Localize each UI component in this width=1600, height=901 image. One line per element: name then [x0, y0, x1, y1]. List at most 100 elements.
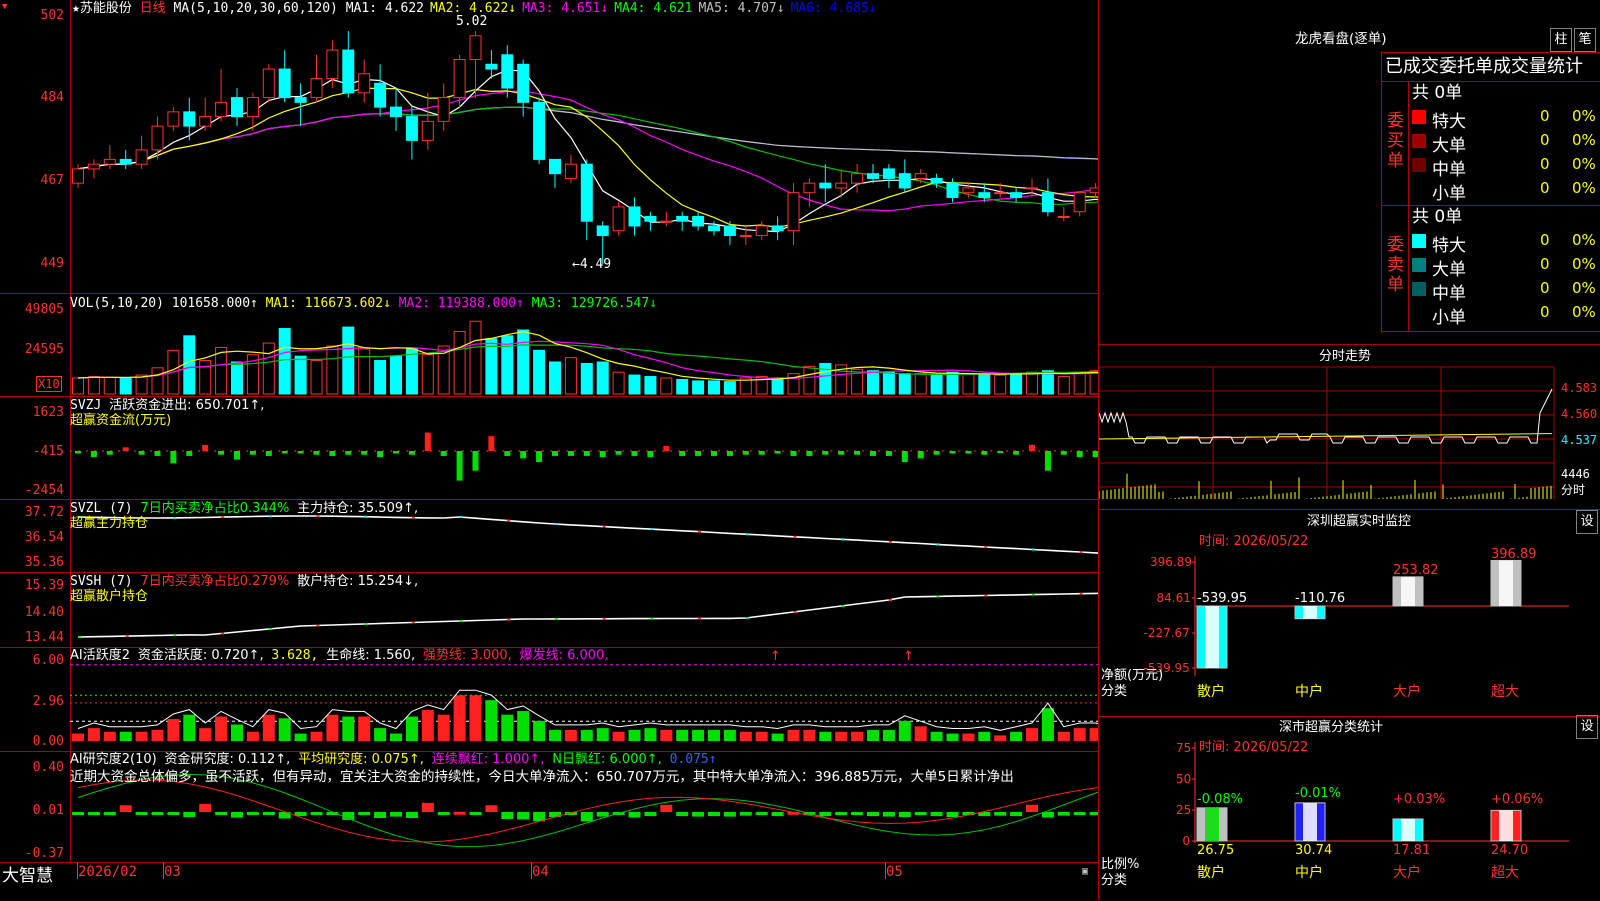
- sz2-xlabel: 分类: [1101, 873, 1128, 888]
- activity-bar: [660, 729, 673, 741]
- color-swatch: [1412, 110, 1426, 124]
- volume-bar: [151, 367, 164, 395]
- flow-bar: [297, 451, 304, 454]
- lhb-cell: 0: [1540, 107, 1550, 125]
- holding-tick: [364, 623, 368, 625]
- flow-bar: [345, 451, 352, 455]
- axis-tick: 50: [1176, 772, 1191, 786]
- vol-ma1: MA1: 116673.602↓: [265, 296, 391, 311]
- kline-pane[interactable]: 502 484 467 449 ▼ ★苏能股份 日线 MA(5,10,20,30…: [0, 0, 1098, 294]
- flow-bar: [822, 451, 829, 455]
- ai-activity-pane[interactable]: 6.00 2.96 0.00 ↑ ↑ AI活跃度2 资金活跃度: 0.720↑, …: [0, 648, 1098, 752]
- lhb-cell: 0%: [1572, 303, 1596, 321]
- color-swatch: [1412, 134, 1426, 148]
- volume-bar: [771, 377, 784, 395]
- volume-bar: [930, 374, 943, 395]
- holding-tick: [268, 628, 272, 630]
- flow-bar: [265, 451, 272, 456]
- ai2-research: 资金研究度: 0.112↑,: [164, 752, 291, 767]
- flow-bar: [329, 451, 336, 456]
- activity-bar: [453, 695, 466, 741]
- flow-bar: [933, 451, 940, 455]
- volume-bar: [994, 374, 1007, 395]
- holding-tick: [936, 543, 940, 546]
- period-label[interactable]: 日线: [140, 1, 166, 16]
- svzj-pane[interactable]: 1623 -415 -2454 SVZJ 活跃资金进出: 650.701↑, 超…: [0, 397, 1098, 500]
- lock-icon[interactable]: ▣: [1082, 866, 1088, 877]
- candle: [246, 97, 259, 118]
- svsh-header: SVSH (7) 7日内买卖净占比0.279% 散户持仓: 15.254↓, 超…: [70, 574, 418, 604]
- ai-research-pane[interactable]: 0.40 0.01 -0.37 AI研究度2(10) 资金研究度: 0.112↑…: [0, 752, 1098, 862]
- volume-bar: [1057, 376, 1070, 395]
- bar-value-label: 26.75: [1197, 843, 1234, 858]
- bar-view-button[interactable]: 柱: [1550, 28, 1572, 52]
- candle: [946, 182, 959, 198]
- research-bar: [580, 812, 593, 822]
- activity-bar: [533, 720, 546, 741]
- candle: [310, 78, 323, 99]
- research-bar: [708, 812, 720, 817]
- flow-bar: [186, 451, 193, 456]
- activity-bar: [1089, 728, 1098, 741]
- ai1-value: 3.628,: [271, 648, 319, 663]
- date-label: 2026/02: [78, 864, 138, 880]
- research-bar: [310, 812, 323, 815]
- lhb-cell: 0%: [1572, 255, 1596, 273]
- svsh-ratio: 7日内买卖净占比0.279%: [140, 574, 290, 589]
- ratio-bar-chart: 75 50 25 0 -0.08% 散户 -0.01% 中户 +0.03% 大户 +0.06% 超大 2…: [1176, 741, 1569, 881]
- volume-bar: [533, 349, 546, 395]
- favorite-star-icon[interactable]: ★: [72, 1, 80, 16]
- tick-view-button[interactable]: 笔: [1574, 28, 1596, 52]
- lhb-cell: 0: [1540, 303, 1550, 321]
- color-swatch: [1412, 158, 1426, 172]
- signal-arrow: ↑: [770, 649, 781, 664]
- candle: [898, 173, 911, 189]
- vol-value: 101658.000↑: [171, 296, 258, 311]
- candle: [914, 173, 927, 179]
- volume-bar: [72, 377, 84, 395]
- svzl-pane[interactable]: 37.72 36.54 35.36 SVZL (7) 7日内买卖净占比0.344…: [0, 500, 1098, 573]
- volume-bar: [310, 360, 323, 395]
- volume-bar: [421, 354, 434, 395]
- candle: [437, 97, 450, 122]
- candle: [930, 177, 943, 184]
- holding-tick: [888, 540, 892, 543]
- candle: [708, 225, 720, 232]
- candle: [453, 59, 466, 99]
- holding-tick: [221, 632, 225, 635]
- volume-bar: [294, 355, 307, 395]
- value-label: 396.89: [1491, 547, 1537, 562]
- svzl-header: SVZL (7) 7日内买卖净占比0.344% 主力持仓: 35.509↑, 超…: [70, 501, 418, 531]
- date-label: 04: [532, 864, 549, 880]
- activity-bar: [851, 731, 864, 741]
- volume-bar: [898, 373, 911, 395]
- flow-bar: [154, 451, 161, 456]
- activity-bar: [358, 716, 371, 741]
- candle: [596, 225, 609, 236]
- flow-bar: [393, 451, 399, 454]
- svsh-pane[interactable]: 15.39 14.40 13.44 SVSH (7) 7日内买卖净占比0.279…: [0, 573, 1098, 648]
- volume-bar: [390, 355, 402, 395]
- activity-bar: [278, 718, 291, 741]
- ai1-burst: 爆发线: 6.000,: [519, 648, 609, 663]
- svzl-sub: 超赢主力持仓: [70, 516, 149, 531]
- flow-bar: [122, 447, 129, 451]
- volume-pane[interactable]: 49805 24595 X10 VOL(5,10,20) 101658.000↑…: [0, 294, 1098, 397]
- category-label: 中户: [1295, 683, 1323, 700]
- value-label: -539.95: [1197, 591, 1247, 606]
- flow-bar: [424, 432, 431, 451]
- flow-bar: [408, 451, 415, 455]
- research-bar: [262, 812, 275, 815]
- buy-total: 共 0单: [1412, 83, 1463, 103]
- volume-bar: [103, 376, 116, 395]
- activity-bar: [962, 733, 975, 741]
- holding-tick: [173, 634, 177, 637]
- research-bar: [358, 812, 371, 815]
- activity-bar: [1041, 708, 1054, 741]
- sz-stats-panel: 深市超赢分类统计 设 时间: 2026/05/22 75 50 25 0 -0.08% 散…: [1098, 715, 1600, 900]
- volume-bar: [1089, 370, 1098, 395]
- holding-tick: [841, 538, 845, 541]
- flow-bar: [170, 451, 177, 464]
- fenshi-panel[interactable]: 分时走势 4.583 4.560 4.537 4446 分时: [1098, 345, 1600, 510]
- volume-bar: [882, 371, 895, 395]
